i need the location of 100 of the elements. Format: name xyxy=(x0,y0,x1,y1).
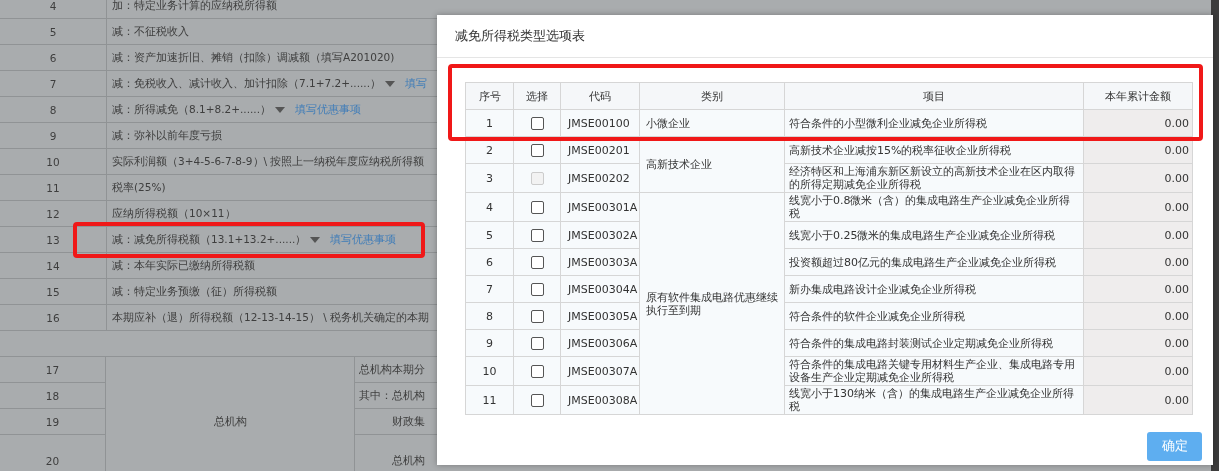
row-label: 减：不征税收入 xyxy=(112,24,189,39)
table-cell: JMSE00304A xyxy=(560,275,640,303)
row-label: 减：资产加速折旧、摊销（扣除）调减额（填写A201020) xyxy=(112,50,395,65)
table-cell: 符合条件的集成电路封装测试企业定期减免企业所得税 xyxy=(784,329,1084,357)
caret-icon[interactable] xyxy=(275,106,286,113)
caret-icon[interactable] xyxy=(310,236,321,243)
row-number: 14 xyxy=(0,253,107,278)
table-cell: 符合条件的小型微利企业减免企业所得税 xyxy=(784,109,1084,137)
table-cell: JMSE00306A xyxy=(560,329,640,357)
checkbox[interactable] xyxy=(530,364,544,378)
table-cell: 线宽小于130纳米（含）的集成电路生产企业减免企业所得税 xyxy=(784,385,1084,415)
fill-link[interactable]: 填写优惠事项 xyxy=(330,232,397,247)
row-label: 减：本年实际已缴纳所得税额 xyxy=(112,258,255,273)
row-number: 6 xyxy=(0,45,107,70)
table-cell: 7 xyxy=(465,275,514,303)
table-cell: 5 xyxy=(465,221,514,249)
row-label: 应纳所得税额（10×11） xyxy=(112,206,236,221)
row-label: 减：特定业务预缴（征）所得税额 xyxy=(112,284,277,299)
table-cell: 3 xyxy=(465,163,514,193)
row-label: 加：特定业务计算的应纳税所得额 xyxy=(112,0,277,13)
table-cell: 0.00 xyxy=(1083,248,1193,276)
table-cell: 0.00 xyxy=(1083,192,1193,222)
table-cell: 符合条件的软件企业减免企业所得税 xyxy=(784,302,1084,330)
checkbox[interactable] xyxy=(530,393,544,407)
row-label: 减：弥补以前年度亏损 xyxy=(112,128,222,143)
checkbox[interactable] xyxy=(530,200,544,214)
table-cell: 10 xyxy=(465,356,514,386)
row-label: 减：免税收入、减计收入、加计扣除（7.1+7.2+......） xyxy=(112,76,382,91)
table-cell: 新办集成电路设计企业减免企业所得税 xyxy=(784,275,1084,303)
row-number: 9 xyxy=(0,123,107,148)
table-cell: 0.00 xyxy=(1083,385,1193,415)
row-label: 本期应补（退）所得税额（12-13-14-15） \ 税务机关确定的本期 xyxy=(112,310,430,325)
row-label: 总机构 xyxy=(392,453,425,468)
table-cell: 0.00 xyxy=(1083,356,1193,386)
row-number: 13 xyxy=(0,227,107,252)
table-cell: 投资额超过80亿元的集成电路生产企业减免企业所得税 xyxy=(784,248,1084,276)
checkbox[interactable] xyxy=(530,143,544,157)
table-cell: 11 xyxy=(465,385,514,415)
checkbox[interactable] xyxy=(530,228,544,242)
column-header: 选择 xyxy=(513,82,561,110)
table-cell: 线宽小于0.25微米的集成电路生产企业减免企业所得税 xyxy=(784,221,1084,249)
table-cell: 6 xyxy=(465,248,514,276)
row-label: 总机构本期分 xyxy=(359,362,425,377)
table-cell: JMSE00301A xyxy=(560,192,640,222)
caret-icon[interactable] xyxy=(385,80,396,87)
column-header: 代码 xyxy=(560,82,640,110)
table-cell: 8 xyxy=(465,302,514,330)
checkbox[interactable] xyxy=(530,116,544,130)
row-number: 16 xyxy=(0,305,107,330)
table-cell: 高新技术企业 xyxy=(646,158,712,171)
column-header: 项目 xyxy=(784,82,1084,110)
table-cell: 0.00 xyxy=(1083,109,1193,137)
dialog-title: 减免所得税类型选项表 xyxy=(437,15,1213,58)
row-number: 10 xyxy=(0,149,107,174)
row-number: 8 xyxy=(0,97,107,122)
table-cell: 0.00 xyxy=(1083,275,1193,303)
table-cell: 0.00 xyxy=(1083,221,1193,249)
fill-link[interactable]: 填写优惠事项 xyxy=(295,102,362,117)
table-cell: JMSE00303A xyxy=(560,248,640,276)
row-label: 财政集 xyxy=(392,414,425,429)
table-cell: 0.00 xyxy=(1083,163,1193,193)
column-header: 类别 xyxy=(639,82,785,110)
table-cell: 小微企业 xyxy=(646,116,690,130)
checkbox[interactable] xyxy=(530,282,544,296)
row-number: 12 xyxy=(0,201,107,226)
row-label: 减：所得减免（8.1+8.2+......） xyxy=(112,102,272,117)
row-number: 17 xyxy=(0,357,106,383)
row-number: 15 xyxy=(0,279,107,304)
table-cell: JMSE00308A xyxy=(560,385,640,415)
row-number: 18 xyxy=(0,383,106,409)
checkbox[interactable] xyxy=(530,336,544,350)
table-cell: JMSE00305A xyxy=(560,302,640,330)
checkbox[interactable] xyxy=(530,309,544,323)
row-label: 税率(25%) xyxy=(112,180,166,195)
table-cell: 0.00 xyxy=(1083,302,1193,330)
table-cell: JMSE00302A xyxy=(560,221,640,249)
column-header: 本年累计金额 xyxy=(1083,82,1193,110)
row-number: 20 xyxy=(0,435,106,471)
table-cell: 0.00 xyxy=(1083,329,1193,357)
row-number: 4 xyxy=(0,0,107,18)
row-number: 5 xyxy=(0,19,107,44)
row-label: 其中：总机构 xyxy=(359,388,425,403)
table-cell: 4 xyxy=(465,192,514,222)
fill-link[interactable]: 填写 xyxy=(405,76,428,91)
row-number: 19 xyxy=(0,409,106,435)
table-cell: JMSE00202 xyxy=(560,163,640,193)
table-cell: 1 xyxy=(465,109,514,137)
checkbox[interactable] xyxy=(530,255,544,269)
table-cell: 经济特区和上海浦东新区新设立的高新技术企业在区内取得的所得定期减免企业所得税 xyxy=(784,163,1084,193)
row-number: 11 xyxy=(0,175,107,200)
row-label: 总机构 xyxy=(213,415,247,429)
confirm-button[interactable]: 确定 xyxy=(1147,432,1202,461)
row-label: 减：减免所得税额（13.1+13.2+......） xyxy=(112,232,307,247)
table-cell: 9 xyxy=(465,329,514,357)
column-header: 序号 xyxy=(465,82,514,110)
row-number: 7 xyxy=(0,71,107,96)
table-cell: 符合条件的集成电路关键专用材料生产企业、集成电路专用设备生产企业定期减免企业所得税 xyxy=(784,356,1084,386)
table-cell: JMSE00307A xyxy=(560,356,640,386)
table-cell: 原有软件集成电路优惠继续执行至到期 xyxy=(646,290,778,317)
table-cell: 线宽小于0.8微米（含）的集成电路生产企业减免企业所得税 xyxy=(784,192,1084,222)
